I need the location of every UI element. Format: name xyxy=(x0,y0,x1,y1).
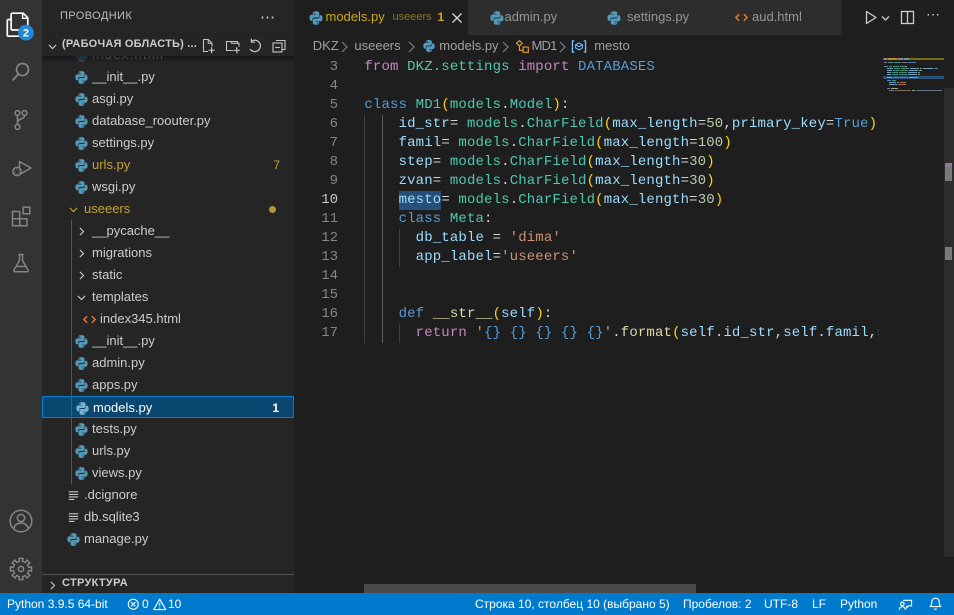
svg-text:2: 2 xyxy=(23,28,29,40)
